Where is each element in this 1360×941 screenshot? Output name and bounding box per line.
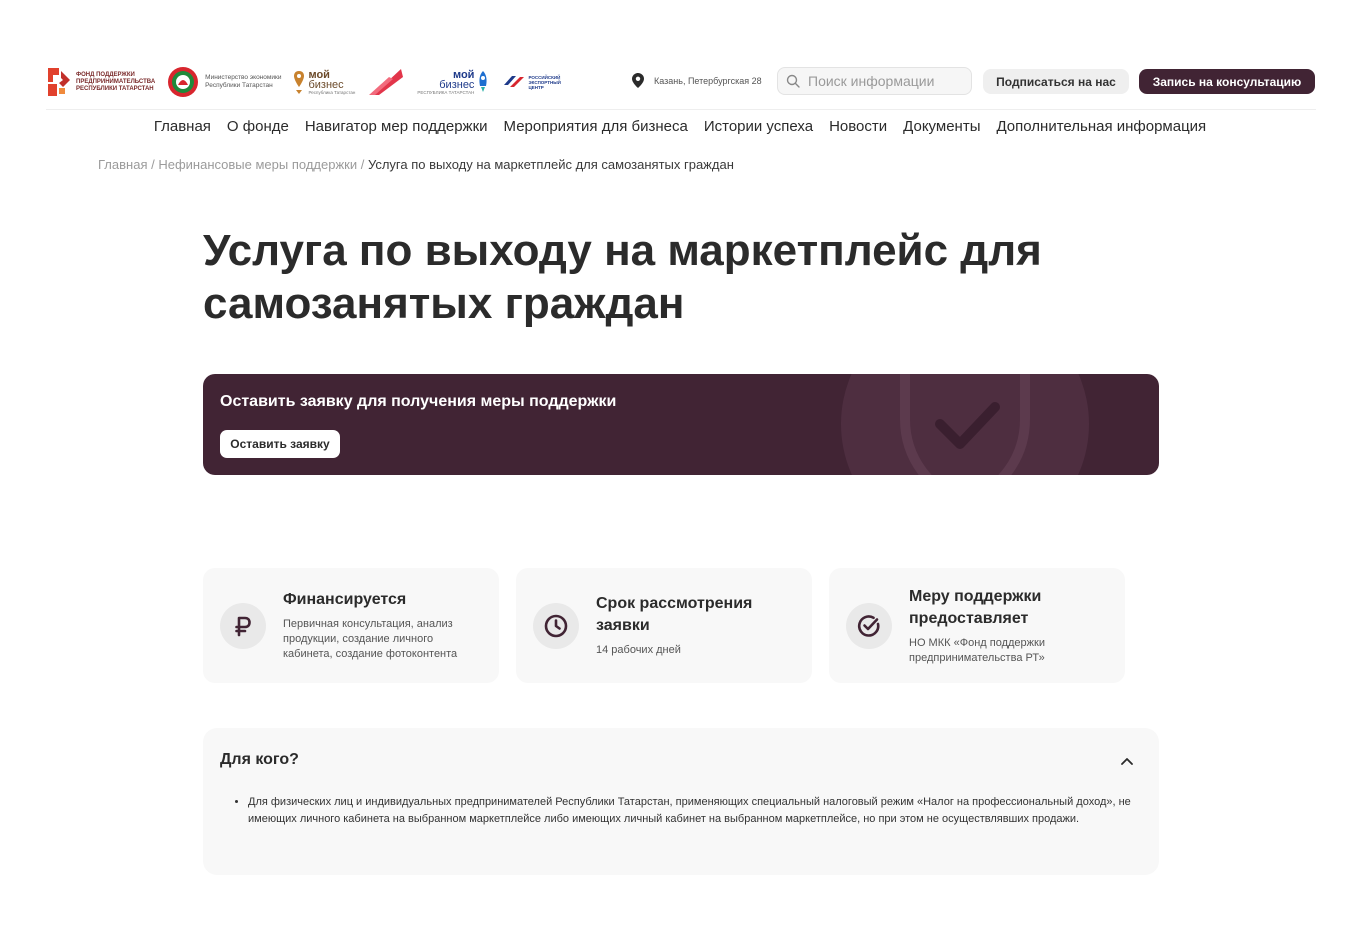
card-text: НО МКК «Фонд поддержки предпринимательст… — [909, 636, 1045, 664]
accordion-title[interactable]: Для кого? — [220, 751, 299, 769]
search-box[interactable] — [777, 67, 972, 95]
accordion-list-item: Для физических лиц и индивидуальных пред… — [248, 794, 1138, 828]
main-nav: Главная О фонде Навигатор мер поддержки … — [0, 118, 1360, 135]
fund-logo-icon — [48, 68, 70, 96]
nav-item-navigator[interactable]: Навигатор мер поддержки — [305, 118, 488, 135]
accordion-for-whom: Для кого? Для физических лиц и индивидуа… — [203, 728, 1159, 875]
breadcrumb: Главная / Нефинансовые меры поддержки / … — [98, 157, 734, 172]
info-card-financing: Финансируется Первичная консультация, ан… — [203, 568, 499, 683]
fund-logo-line: Республики Татарстан — [76, 85, 154, 92]
moy-biznes-export-text: бизнес — [439, 78, 475, 91]
breadcrumb-link-nonfinancial[interactable]: Нефинансовые меры поддержки — [158, 157, 357, 172]
moy-biznes-text: мой — [308, 68, 330, 81]
partner-logos: Фонд поддержки предпринимательства Респу… — [46, 60, 584, 104]
fund-logo-line: Фонд поддержки — [76, 71, 135, 78]
ministry-logo[interactable]: Министерство экономики Республики Татарс… — [167, 66, 281, 98]
ruble-icon — [235, 616, 251, 636]
site-header: Фонд поддержки предпринимательства Респу… — [46, 60, 1316, 104]
location-text: Казань, Петербургская 28 — [654, 75, 762, 86]
location-pin-icon — [632, 73, 644, 88]
card-title: Срок рассмотрения заявки — [596, 595, 753, 634]
nav-item-events[interactable]: Мероприятия для бизнеса — [504, 118, 688, 135]
consultation-button[interactable]: Запись на консультацию — [1139, 69, 1315, 94]
moy-biznes-export-text: мой — [452, 68, 475, 81]
card-text: Первичная консультация, анализ продукции… — [283, 618, 458, 660]
nav-item-news[interactable]: Новости — [829, 118, 887, 135]
subscribe-button[interactable]: Подписаться на нас — [983, 69, 1129, 94]
header-divider — [46, 109, 1316, 110]
moy-biznes-export-logo[interactable]: мой бизнес РЕСПУБЛИКА ТАТАРСТАН — [417, 69, 490, 95]
card-icon-wrap — [533, 602, 579, 649]
card-body: Меру поддержки предоставляет НО МКК «Фон… — [909, 586, 1079, 666]
fund-logo[interactable]: Фонд поддержки предпринимательства Респу… — [46, 66, 155, 98]
export-logo[interactable] — [367, 67, 405, 97]
card-icon-wrap — [846, 602, 892, 649]
search-input[interactable] — [808, 73, 958, 89]
info-card-review-period: Срок рассмотрения заявки 14 рабочих дней — [516, 568, 812, 683]
ministry-logo-line: Республики Татарстан — [205, 82, 273, 89]
card-title: Финансируется — [283, 591, 407, 608]
location-pin-logo-icon — [294, 71, 305, 94]
breadcrumb-separator: / — [360, 157, 368, 172]
banner-title: Оставить заявку для получения меры подде… — [220, 393, 617, 410]
moy-biznes-logo[interactable]: мой бизнес Республика Татарстан — [293, 69, 355, 95]
card-body: Финансируется Первичная консультация, ан… — [283, 589, 473, 662]
page-title: Услуга по выходу на маркетплейс для само… — [203, 226, 1042, 328]
breadcrumb-current: Услуга по выходу на маркетплейс для само… — [367, 157, 734, 172]
tatarstan-emblem-icon — [168, 67, 199, 97]
rec-flag-icon — [504, 76, 525, 87]
submit-application-button[interactable]: Оставить заявку — [220, 430, 340, 458]
nav-item-home[interactable]: Главная — [154, 118, 211, 135]
chevron-up-icon[interactable] — [1119, 753, 1135, 769]
nav-item-additional-info[interactable]: Дополнительная информация — [996, 118, 1206, 135]
application-banner: Оставить заявку для получения меры подде… — [203, 374, 1159, 475]
breadcrumb-link-home[interactable]: Главная — [98, 157, 147, 172]
rec-logo-text: РОССИЙСКИЙ ЭКСПОРТНЫЙ ЦЕНТР — [528, 74, 561, 90]
rocket-icon — [479, 71, 487, 92]
fund-logo-line: предпринимательства — [76, 78, 156, 85]
accordion-list: Для физических лиц и индивидуальных пред… — [248, 794, 1138, 828]
moy-biznes-export-sub: РЕСПУБЛИКА ТАТАРСТАН — [417, 89, 475, 95]
card-body: Срок рассмотрения заявки 14 рабочих дней — [596, 593, 776, 658]
nav-item-documents[interactable]: Документы — [903, 118, 980, 135]
check-circle-icon — [857, 614, 880, 637]
card-title: Меру поддержки предоставляет — [909, 587, 1042, 627]
rec-logo[interactable]: РОССИЙСКИЙ ЭКСПОРТНЫЙ ЦЕНТР — [502, 73, 572, 91]
search-icon — [786, 74, 800, 88]
clock-icon — [544, 614, 568, 637]
card-icon-wrap — [220, 602, 266, 649]
nav-item-success-stories[interactable]: Истории успеха — [704, 118, 813, 135]
moy-biznes-text: бизнес — [308, 78, 344, 91]
ministry-logo-line: Министерство экономики — [205, 74, 282, 81]
location[interactable]: Казань, Петербургская 28 — [632, 73, 762, 88]
card-text: 14 рабочих дней — [596, 644, 681, 656]
moy-biznes-sub: Республика Татарстан — [308, 89, 356, 95]
info-card-provider: Меру поддержки предоставляет НО МКК «Фон… — [829, 568, 1125, 683]
shield-check-icon — [841, 374, 1089, 475]
export-stripes-icon — [369, 69, 404, 95]
nav-item-about[interactable]: О фонде — [227, 118, 289, 135]
